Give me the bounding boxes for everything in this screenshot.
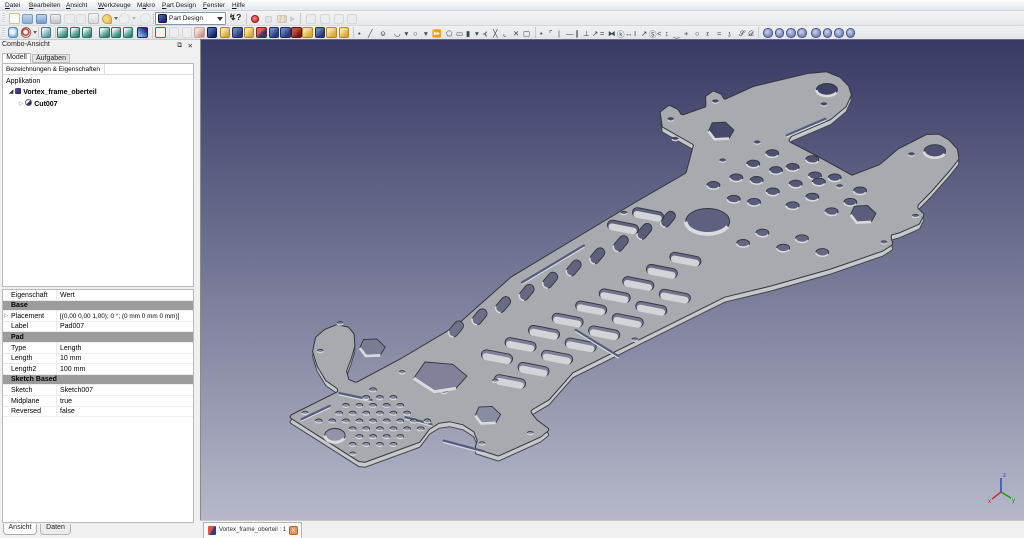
svg-text:z: z — [1003, 473, 1006, 479]
svg-text:y: y — [1012, 498, 1015, 504]
svg-text:x: x — [988, 499, 991, 505]
